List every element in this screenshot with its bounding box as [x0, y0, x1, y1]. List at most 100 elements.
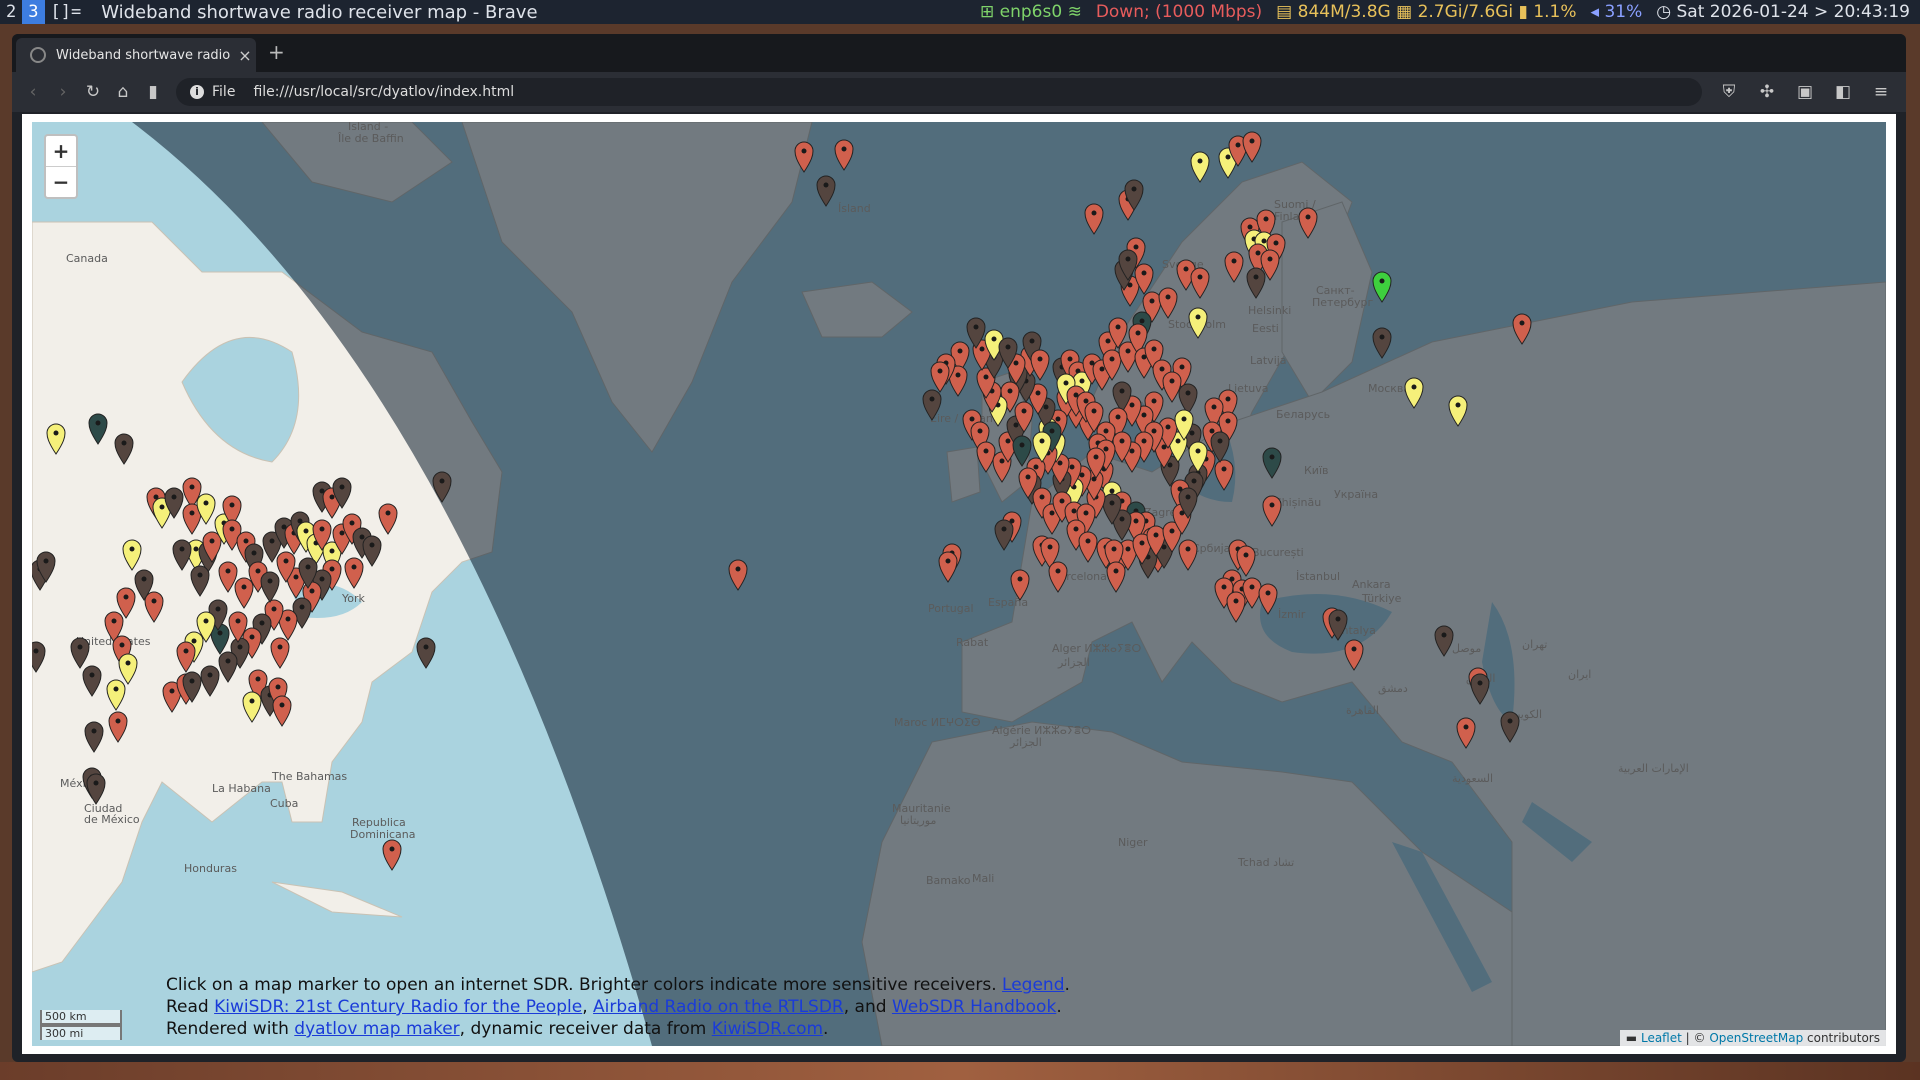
- sidebar-icon[interactable]: ◧: [1828, 82, 1858, 102]
- marker-dot: [203, 500, 209, 506]
- marker-dot: [207, 672, 213, 678]
- marker-dot: [1109, 488, 1115, 494]
- marker-dot: [1269, 454, 1275, 460]
- marker-dot: [1133, 518, 1139, 524]
- marker-dot: [991, 336, 997, 342]
- label-tchad: Tchad تشاد: [1237, 856, 1294, 869]
- label-alger: Alger ⵍⵣⵣⴰⵢⴻⵔ: [1052, 642, 1141, 655]
- marker-dot: [1253, 274, 1259, 280]
- osm-link[interactable]: OpenStreetMap: [1709, 1031, 1803, 1045]
- marker-dot: [1249, 584, 1255, 590]
- brave-shield-icon[interactable]: ⛨: [1714, 82, 1744, 102]
- marker-dot: [1033, 464, 1039, 470]
- marker-dot: [279, 702, 285, 708]
- extensions-icon[interactable]: ✣: [1752, 82, 1782, 102]
- reload-icon[interactable]: ↻: [78, 82, 108, 102]
- zoom-in-button[interactable]: +: [46, 136, 76, 167]
- status-indicators: ⊞ enp6s0 ≋ Down; (1000 Mbps) ▤ 844M/3.8G…: [980, 0, 1910, 24]
- marker-dot: [1055, 568, 1061, 574]
- kiwisdr-com-link[interactable]: KiwiSDR.com: [712, 1019, 823, 1039]
- bookmark-icon[interactable]: ▮: [138, 82, 168, 102]
- memory-value: 844M/3.8G: [1297, 2, 1391, 22]
- menu-icon[interactable]: ≡: [1866, 82, 1896, 102]
- marker-dot: [1507, 718, 1513, 724]
- marker-dot: [957, 348, 963, 354]
- marker-dot: [303, 528, 309, 534]
- marker-dot: [1477, 680, 1483, 686]
- marker-dot: [53, 430, 59, 436]
- marker-dot: [271, 606, 277, 612]
- marker-dot: [243, 538, 249, 544]
- marker-dot: [1261, 238, 1267, 244]
- marker-dot: [937, 368, 943, 374]
- marker-dot: [1379, 278, 1385, 284]
- marker-dot: [385, 510, 391, 516]
- network-name: enp6s0: [999, 2, 1063, 22]
- zoom-out-button[interactable]: −: [46, 167, 76, 197]
- marker-dot: [1263, 216, 1269, 222]
- kiwisdr-article-link[interactable]: KiwiSDR: 21st Century Radio for the Peop…: [214, 997, 582, 1017]
- volume-value: 31%: [1604, 2, 1643, 22]
- marker-dot: [1083, 398, 1089, 404]
- airband-link[interactable]: Airband Radio on the RTLSDR: [593, 997, 844, 1017]
- marker-dot: [1153, 532, 1159, 538]
- info-icon[interactable]: i: [190, 85, 204, 99]
- marker-dot: [1113, 568, 1119, 574]
- label-uae: الإمارات العربية: [1618, 762, 1689, 775]
- marker-dot: [1197, 158, 1203, 164]
- marker-dot: [1141, 270, 1147, 276]
- websdr-handbook-link[interactable]: WebSDR Handbook: [892, 997, 1056, 1017]
- receiver-map[interactable]: Canada Island - Île de Baffin Ísland United …: [32, 122, 1886, 1046]
- back-arrow-icon[interactable]: ‹: [18, 82, 48, 102]
- url-text[interactable]: file:///usr/local/src/dyatlov/index.html: [253, 84, 514, 100]
- leaflet-link[interactable]: Leaflet: [1641, 1031, 1682, 1045]
- marker-dot: [203, 618, 209, 624]
- marker-dot: [1079, 378, 1085, 384]
- clock: ◷ Sat 2026-01-24 > 20:43:19: [1656, 2, 1910, 22]
- new-tab-button[interactable]: +: [268, 40, 285, 64]
- clock-value: Sat 2026-01-24 > 20:43:19: [1676, 2, 1910, 22]
- wallet-icon[interactable]: ▣: [1790, 82, 1820, 102]
- marker-dot: [423, 644, 429, 650]
- marker-dot: [1017, 576, 1023, 582]
- map-canvas[interactable]: CanadaIsland -Île de BaffinÍslandUnited …: [32, 122, 1886, 1046]
- marker-dot: [43, 558, 49, 564]
- marker-dot: [1063, 380, 1069, 386]
- marker-dot: [339, 484, 345, 490]
- marker-dot: [1057, 460, 1063, 466]
- marker-dot: [1013, 360, 1019, 366]
- layout-indicator[interactable]: []=: [45, 0, 88, 24]
- label-maroc: Maroc ⵍⵎⵖⵔⵉⴱ: [894, 716, 981, 729]
- system-statusbar: 2 3 []= Wideband shortwave radio receive…: [0, 0, 1920, 24]
- marker-dot: [1125, 348, 1131, 354]
- close-icon[interactable]: ×: [234, 46, 256, 65]
- marker-dot: [1005, 344, 1011, 350]
- label-latvija: Latvija: [1250, 354, 1287, 367]
- marker-dot: [1151, 398, 1157, 404]
- workspace-3[interactable]: 3: [22, 0, 45, 24]
- forward-arrow-icon[interactable]: ›: [48, 82, 78, 102]
- marker-dot: [229, 502, 235, 508]
- marker-dot: [251, 550, 257, 556]
- marker-dot: [193, 546, 199, 552]
- marker-dot: [1109, 356, 1115, 362]
- dyatlov-link[interactable]: dyatlov map maker: [294, 1019, 459, 1039]
- marker-dot: [359, 534, 365, 540]
- label-canada: Canada: [66, 252, 108, 265]
- label-de_mexico: de México: [84, 813, 140, 826]
- marker-dot: [1225, 154, 1231, 160]
- workspace-2[interactable]: 2: [0, 0, 22, 24]
- marker-dot: [979, 346, 985, 352]
- marker-dot: [999, 458, 1005, 464]
- address-bar[interactable]: i File file:///usr/local/src/dyatlov/ind…: [176, 78, 1702, 106]
- memory-indicator: ▤ 844M/3.8G ▦ 2.7Gi/7.6Gi ▮ 1.1%: [1276, 2, 1577, 22]
- tab-receiver-map[interactable]: Wideband shortwave radio receiver map ×: [16, 38, 256, 72]
- marker-dot: [215, 606, 221, 612]
- legend-link[interactable]: Legend: [1002, 975, 1064, 995]
- marker-dot: [115, 718, 121, 724]
- marker-dot: [1013, 422, 1019, 428]
- marker-dot: [1269, 502, 1275, 508]
- marker-dot: [1111, 546, 1117, 552]
- home-icon[interactable]: ⌂: [108, 82, 138, 102]
- footer-line-3: Rendered with dyatlov map maker, dynamic…: [166, 1019, 829, 1039]
